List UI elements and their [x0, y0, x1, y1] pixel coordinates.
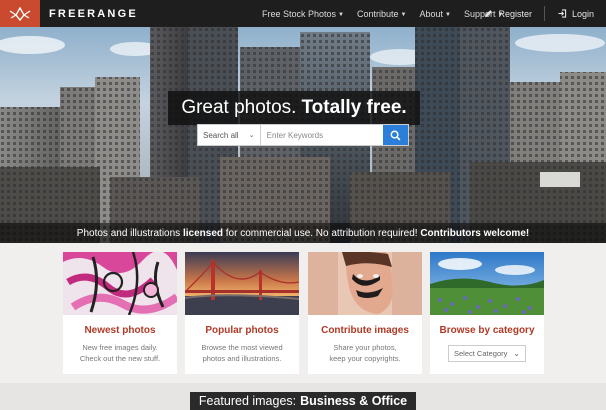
- card-description-line: Browse the most viewed: [201, 343, 283, 352]
- hero-title-bold: Totally free.: [301, 97, 407, 118]
- card-description-line: New free images daily.: [82, 343, 158, 352]
- caption-contributors-welcome: Contributors welcome!: [420, 227, 530, 239]
- card-description-line: keep your copyrights.: [329, 354, 401, 363]
- pencil-icon: [485, 10, 493, 18]
- hero-title-regular: Great photos.: [181, 97, 297, 118]
- card-description: Browse the most viewed photos and illust…: [185, 342, 299, 364]
- nav-item-free-stock-photos[interactable]: Free Stock Photos ▼: [262, 9, 344, 19]
- chevron-down-icon: ⌄: [513, 349, 520, 358]
- card-newest-photos[interactable]: Newest photos New free images daily. Che…: [63, 252, 177, 374]
- contribute-images-image: [308, 252, 422, 315]
- card-description: New free images daily. Check out the new…: [63, 342, 177, 364]
- hero-title: Great photos. Totally free.: [168, 91, 420, 125]
- featured-category[interactable]: Business & Office: [300, 394, 407, 408]
- card-popular-photos[interactable]: Popular photos Browse the most viewed ph…: [185, 252, 299, 374]
- card-title[interactable]: Contribute images: [308, 325, 422, 336]
- search-bar: Search all ⌄: [197, 124, 409, 146]
- caption-text: Photos and illustrations: [76, 227, 181, 239]
- caret-down-icon: ▼: [445, 11, 451, 18]
- nav-item-contribute[interactable]: Contribute ▼: [357, 9, 406, 19]
- brand-name[interactable]: FREERANGE: [49, 8, 138, 20]
- search-button[interactable]: [382, 125, 408, 145]
- nav-item-label: About: [419, 8, 444, 19]
- caption-licensed: licensed: [182, 227, 223, 239]
- card-title[interactable]: Newest photos: [63, 325, 177, 336]
- login-button[interactable]: Login: [545, 0, 606, 27]
- login-label: Login: [571, 8, 594, 19]
- card-title[interactable]: Popular photos: [185, 325, 299, 336]
- caret-down-icon: ▼: [400, 11, 407, 18]
- search-icon: [390, 130, 401, 140]
- card-description-line: Share your photos,: [333, 343, 397, 352]
- nav-account: Register Login: [472, 0, 606, 27]
- search-input[interactable]: [260, 125, 383, 145]
- hero-banner: Great photos. Totally free. Search all ⌄…: [0, 27, 606, 243]
- browse-category-image: [430, 252, 544, 315]
- nav-item-label: Contribute: [357, 8, 399, 19]
- search-scope-value: Search all: [203, 130, 239, 140]
- card-description-line: photos and illustrations.: [202, 354, 282, 363]
- hero-caption: Photos and illustrations licensed for co…: [0, 223, 606, 243]
- category-select-value: Select Category: [454, 349, 508, 358]
- register-button[interactable]: Register: [472, 0, 544, 27]
- nav-item-label: Free Stock Photos: [262, 8, 337, 19]
- logo-icon: [9, 6, 31, 21]
- register-label: Register: [498, 8, 532, 19]
- top-navbar: FREERANGE Free Stock Photos ▼ Contribute ▼…: [0, 0, 606, 27]
- chevron-down-icon: ⌄: [248, 132, 255, 139]
- card-title[interactable]: Browse by category: [430, 325, 544, 336]
- logo[interactable]: [0, 0, 40, 27]
- nav-item-about[interactable]: About ▼: [419, 9, 450, 19]
- caret-down-icon: ▼: [338, 11, 344, 18]
- featured-prefix: Featured images:: [198, 394, 297, 408]
- newest-photos-image: [63, 252, 177, 315]
- card-description-line: Check out the new stuff.: [79, 354, 161, 363]
- search-scope-select[interactable]: Search all ⌄: [198, 125, 261, 145]
- card-contribute-images[interactable]: Contribute images Share your photos, kee…: [308, 252, 422, 374]
- card-browse-by-category[interactable]: Browse by category Select Category ⌄: [430, 252, 544, 374]
- caption-text-2: for commercial use. No attribution requi…: [225, 227, 418, 239]
- card-description: Share your photos, keep your copyrights.: [308, 342, 422, 364]
- featured-heading: Featured images: Business & Office: [190, 392, 416, 410]
- category-select[interactable]: Select Category ⌄: [448, 345, 526, 362]
- sign-in-icon: [558, 9, 567, 18]
- popular-photos-image: [185, 252, 299, 315]
